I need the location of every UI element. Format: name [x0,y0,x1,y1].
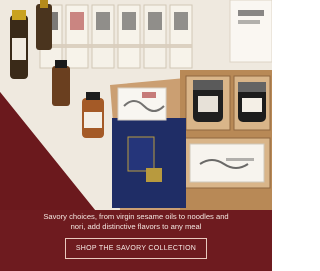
promo-banner: Savory choices, from virgin sesame oils … [0,0,272,271]
promo-caption: Savory choices, from virgin sesame oils … [0,199,272,271]
shop-savory-collection-button[interactable]: SHOP THE SAVORY COLLECTION [64,237,208,259]
nori-packet [189,143,265,183]
promo-tagline: Savory choices, from virgin sesame oils … [43,211,229,231]
